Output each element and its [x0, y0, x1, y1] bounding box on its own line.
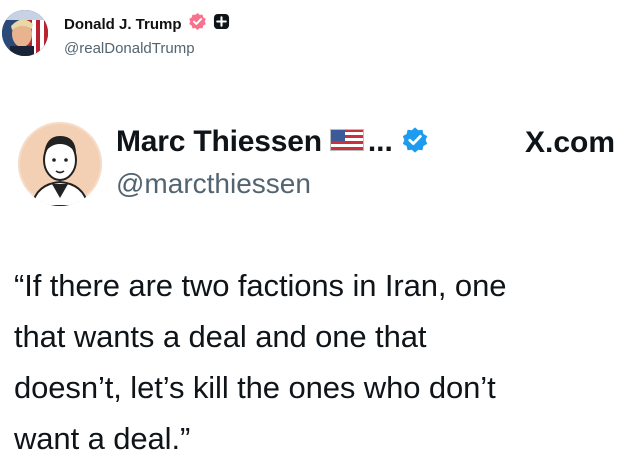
avatar-image	[2, 10, 48, 56]
quoted-author-handle[interactable]: @marcthiessen	[116, 168, 311, 200]
quoted-author-avatar[interactable]	[18, 122, 102, 206]
verified-badge-icon	[401, 126, 429, 159]
name-truncation: ...	[367, 125, 393, 158]
outer-post-header: Donald J. Trump @realDonaldTrump	[0, 10, 631, 66]
source-link[interactable]: X.com	[525, 126, 615, 160]
affiliation-badge-icon	[188, 12, 207, 36]
quoted-author-name[interactable]: Marc Thiessen	[116, 125, 322, 159]
quoted-post-header: Marc Thiessen ... @marcthiessen X.com	[18, 120, 618, 210]
quote-line: doesn’t, let’s kill the ones who don’t	[14, 370, 496, 405]
author-avatar[interactable]	[2, 10, 48, 56]
quoted-avatar-image	[18, 122, 102, 206]
us-flag-icon	[329, 128, 364, 156]
government-badge-icon	[213, 13, 230, 35]
quote-line: “If there are two factions in Iran, one	[14, 268, 507, 303]
quote-line: that wants a deal and one that	[14, 319, 427, 354]
quoted-post-text: “If there are two factions in Iran, one …	[14, 260, 624, 464]
author-handle[interactable]: @realDonaldTrump	[64, 40, 195, 57]
quote-line: want a deal.”	[14, 421, 191, 456]
author-name[interactable]: Donald J. Trump	[64, 16, 182, 33]
source-label: X.com	[524, 126, 615, 159]
